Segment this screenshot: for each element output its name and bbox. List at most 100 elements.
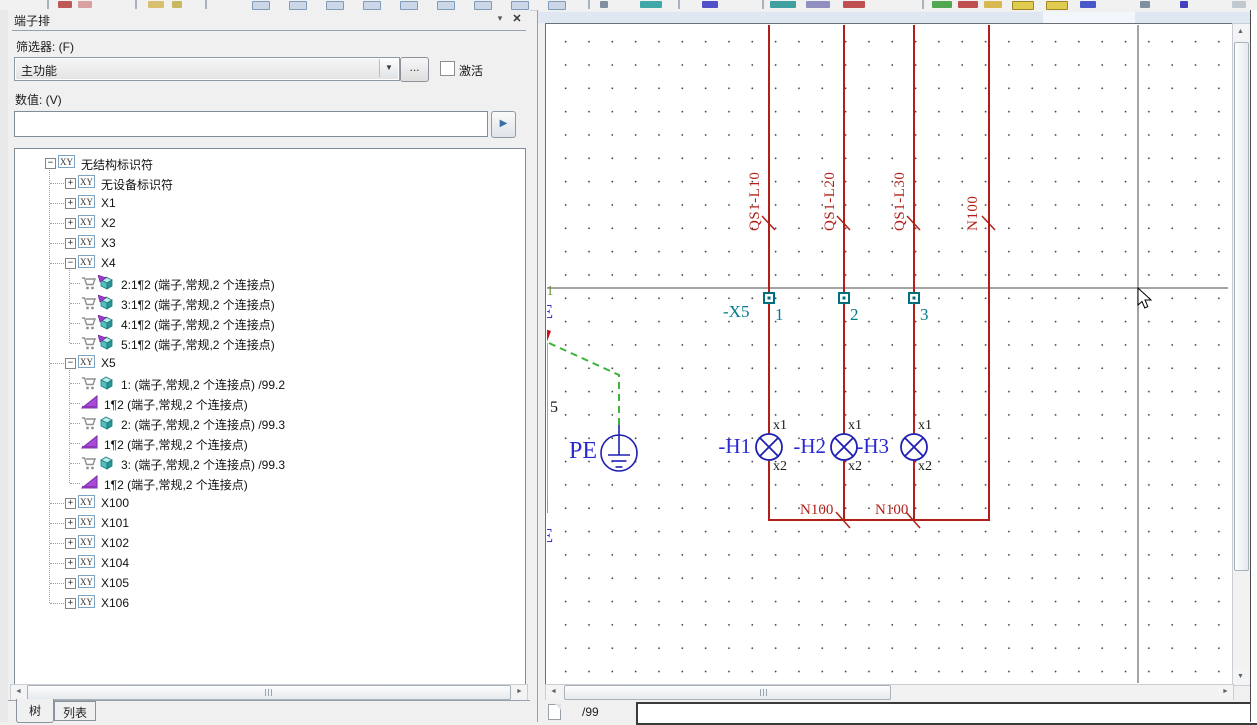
toolbar-icon-fragment[interactable] [1012,1,1034,10]
filter-browse-button[interactable]: ... [400,57,429,82]
wire-label-n100[interactable]: N100 [965,175,982,231]
toolbar-icon-fragment[interactable] [511,1,529,10]
bottom-wire-label-n100[interactable]: N100 [800,502,833,519]
collapse-icon[interactable]: − [65,358,76,369]
panel-menu-icon[interactable]: ▾ [494,13,506,27]
toolbar-icon-fragment[interactable] [148,1,164,8]
scroll-up-icon[interactable]: ▲ [1233,24,1248,40]
tree-item-terminal[interactable]: 3: (端子,常规,2 个连接点) /99.3 [15,453,525,473]
toolbar-icon-fragment[interactable] [363,1,381,10]
apply-value-button[interactable]: ▶ [491,111,516,138]
toolbar-icon-fragment[interactable] [172,1,182,8]
expand-icon[interactable]: + [65,218,76,229]
scrollbar-thumb[interactable] [564,685,891,700]
expand-icon[interactable]: + [65,198,76,209]
tree-horizontal-scrollbar[interactable]: ◄ ► [10,684,528,701]
toolbar-icon-fragment[interactable] [806,1,830,8]
canvas-vertical-scrollbar[interactable]: ▲ ▼ [1232,23,1251,686]
pe-dashed-connection[interactable] [549,343,619,425]
collapse-icon[interactable]: − [45,158,56,169]
toolbar-icon-fragment[interactable] [770,1,796,8]
tree-item-node[interactable]: −XY无结构标识符 [15,153,525,173]
toolbar-icon-fragment[interactable] [326,1,344,10]
toolbar-icon-fragment[interactable] [984,1,1002,8]
toolbar-icon-fragment[interactable] [400,1,418,10]
pe-label[interactable]: PE [569,438,597,465]
lamp-symbol-h1[interactable] [756,434,782,460]
terminal-number-1[interactable]: 1 [775,305,784,325]
chevron-down-icon[interactable]: ▼ [379,59,398,77]
toolbar-icon-fragment[interactable] [58,1,72,8]
terminal-number-2[interactable]: 2 [850,305,859,325]
bottom-wire-label-n100[interactable]: N100 [875,502,908,519]
tree-item-terminal[interactable]: 1¶2 (端子,常规,2 个连接点) [15,433,525,453]
tab-tree[interactable]: 树 [16,699,54,723]
tree-item-terminal[interactable]: 1¶2 (端子,常规,2 个连接点) [15,473,525,493]
toolbar-icon-fragment[interactable] [1080,1,1096,8]
lamp-symbol-h3[interactable] [901,434,927,460]
lamp-label-h2[interactable]: -H2 [780,434,826,459]
tree-item-X2[interactable]: +XYX2 [15,213,525,233]
canvas-horizontal-scrollbar[interactable]: ◄ ► [545,684,1234,701]
expand-icon[interactable]: + [65,578,76,589]
toolbar-icon-fragment[interactable] [640,1,662,8]
filter-combobox[interactable]: 主功能 ▼ [14,57,400,81]
expand-icon[interactable]: + [65,538,76,549]
tab-list[interactable]: 列表 [54,701,96,721]
tree-item-X106[interactable]: +XYX106 [15,593,525,613]
tree-item-node[interactable]: +XY无设备标识符 [15,173,525,193]
tree-item-terminal[interactable]: 4:1¶2 (端子,常规,2 个连接点) [15,313,525,333]
scroll-left-icon[interactable]: ◄ [546,685,561,698]
scroll-down-icon[interactable]: ▼ [1233,669,1248,685]
tree-item-terminal[interactable]: 3:1¶2 (端子,常规,2 个连接点) [15,293,525,313]
tree-item-X5[interactable]: −XYX5 [15,353,525,373]
terminal-point-1[interactable] [764,293,774,303]
terminal-point-2[interactable] [839,293,849,303]
lamp-label-h1[interactable]: -H1 [705,434,751,459]
close-icon[interactable]: ✕ [510,12,524,27]
toolbar-icon-fragment[interactable] [548,1,566,10]
terminal-strip-label[interactable]: -X5 [723,302,749,322]
activate-checkbox[interactable] [440,61,455,76]
wire-label-qs1-l30[interactable]: QS1-L30 [892,143,909,231]
terminal-point-3[interactable] [909,293,919,303]
tree-item-terminal[interactable]: 1¶2 (端子,常规,2 个连接点) [15,393,525,413]
tree-item-X101[interactable]: +XYX101 [15,513,525,533]
scroll-right-icon[interactable]: ► [1218,685,1233,698]
toolbar-icon-fragment[interactable] [1140,1,1150,8]
scroll-right-icon[interactable]: ► [512,685,527,698]
expand-icon[interactable]: + [65,598,76,609]
toolbar-icon-fragment[interactable] [702,1,718,8]
tree-item-X4[interactable]: −XYX4 [15,253,525,273]
toolbar-icon-fragment[interactable] [600,1,608,8]
tree-item-terminal[interactable]: 2:1¶2 (端子,常规,2 个连接点) [15,273,525,293]
expand-icon[interactable]: + [65,178,76,189]
tree-item-terminal[interactable]: 5:1¶2 (端子,常规,2 个连接点) [15,333,525,353]
schematic-canvas[interactable]: QS1-L10 QS1-L20 QS1-L30 N100 -X5 1 2 3 -… [547,25,1232,683]
toolbar-icon-fragment[interactable] [1232,1,1246,8]
toolbar-icon-fragment[interactable] [437,1,455,10]
tree-item-terminal[interactable]: 1: (端子,常规,2 个连接点) /99.2 [15,373,525,393]
value-input[interactable] [14,111,488,137]
scrollbar-thumb[interactable] [1234,42,1249,571]
toolbar-icon-fragment[interactable] [474,1,492,10]
tree-item-X1[interactable]: +XYX1 [15,193,525,213]
page-tab[interactable]: /99 [582,705,599,719]
terminal-tree[interactable]: −XY无结构标识符+XY无设备标识符+XYX1+XYX2+XYX3−XYX42:… [14,148,526,686]
toolbar-icon-fragment[interactable] [1046,1,1068,10]
toolbar-icon-fragment[interactable] [843,1,865,8]
toolbar-icon-fragment[interactable] [289,1,307,10]
tree-item-terminal[interactable]: 2: (端子,常规,2 个连接点) /99.3 [15,413,525,433]
tree-item-X104[interactable]: +XYX104 [15,553,525,573]
toolbar-icon-fragment[interactable] [958,1,978,8]
tree-item-X102[interactable]: +XYX102 [15,533,525,553]
scrollbar-thumb[interactable] [27,685,511,700]
terminal-number-3[interactable]: 3 [920,305,929,325]
earth-ground-symbol[interactable] [601,425,637,471]
tree-item-X105[interactable]: +XYX105 [15,573,525,593]
toolbar-icon-fragment[interactable] [252,1,270,10]
tree-item-X100[interactable]: +XYX100 [15,493,525,513]
expand-icon[interactable]: + [65,518,76,529]
expand-icon[interactable]: + [65,558,76,569]
wire-label-qs1-l10[interactable]: QS1-L10 [747,143,764,231]
